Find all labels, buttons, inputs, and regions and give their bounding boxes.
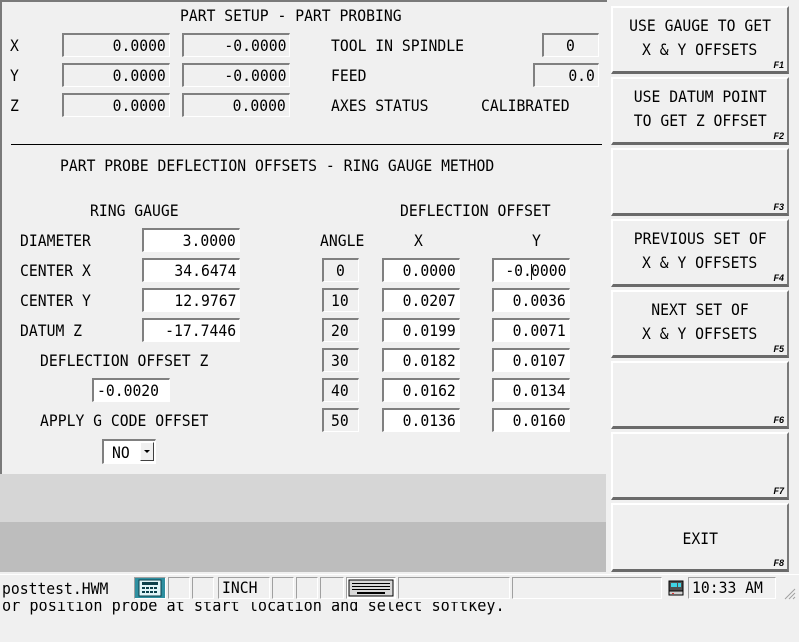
axis-label-y: Y (10, 66, 19, 85)
angle-cell: 10 (322, 288, 359, 312)
deflection-y-input[interactable]: 0.0036 (492, 288, 570, 312)
datum-z-label: DATUM Z (20, 321, 83, 340)
deflection-y-input[interactable]: 0.0107 (492, 348, 570, 372)
softkey-f8-exit-button[interactable]: EXIT F8 (611, 503, 789, 572)
deflection-y-input[interactable]: -0.0000 (492, 258, 570, 282)
deflection-x-input[interactable]: 0.0207 (382, 288, 460, 312)
message-area: Enter the probe deflection offset for th… (0, 474, 606, 615)
function-key-label: F8 (773, 558, 784, 568)
angle-cell: 50 (322, 408, 359, 432)
feed-value: 0.0 (533, 63, 599, 87)
deflection-x-input[interactable]: 0.0162 (382, 378, 460, 402)
diameter-label: DIAMETER (20, 231, 91, 250)
angle-cell: 0 (322, 258, 359, 282)
softkey-label-line2: X & Y OFFSETS (642, 324, 758, 343)
status-cell-empty (272, 577, 294, 599)
softkey-label-line1: USE DATUM POINT (633, 87, 767, 106)
softkey-label-line2: X & Y OFFSETS (642, 253, 758, 272)
axis-x-offset: -0.0000 (182, 33, 290, 57)
status-cell-empty (398, 577, 510, 599)
softkey-label-line1: PREVIOUS SET OF (633, 229, 767, 248)
function-key-label: F7 (773, 486, 784, 496)
status-cell-empty (168, 577, 190, 599)
function-key-label: F5 (773, 344, 784, 354)
page-title: PART SETUP - PART PROBING (180, 6, 402, 25)
network-status-icon (668, 579, 684, 597)
chevron-down-icon[interactable] (140, 442, 154, 461)
deflection-offset-title: DEFLECTION OFFSET (400, 201, 551, 220)
softkey-label-line2: X & Y OFFSETS (642, 40, 758, 59)
softkey-label-line2: TO GET Z OFFSET (633, 111, 767, 130)
softkey-f7-button[interactable]: F7 (611, 432, 789, 500)
deflection-y-input[interactable]: 0.0071 (492, 318, 570, 342)
apply-g-code-offset-value: NO (112, 443, 130, 462)
deflection-y-input[interactable]: 0.0160 (492, 408, 570, 432)
calculator-icon[interactable] (134, 577, 166, 599)
section-title: PART PROBE DEFLECTION OFFSETS - RING GAU… (60, 156, 495, 175)
diameter-input[interactable]: 3.0000 (142, 228, 240, 252)
axis-x-position: 0.0000 (62, 33, 170, 57)
softkey-panel: USE GAUGE TO GET X & Y OFFSETS F1 USE DA… (607, 0, 799, 572)
deflection-x-input[interactable]: 0.0199 (382, 318, 460, 342)
softkey-label-line1: USE GAUGE TO GET (629, 16, 771, 35)
center-x-label: CENTER X (20, 261, 91, 280)
units-indicator: INCH (218, 577, 270, 599)
keyboard-icon[interactable] (346, 577, 396, 599)
softkey-f2-use-datum-button[interactable]: USE DATUM POINT TO GET Z OFFSET F2 (611, 77, 789, 145)
softkey-label-line1: EXIT (682, 529, 718, 548)
center-y-label: CENTER Y (20, 291, 91, 310)
softkey-f1-use-gauge-button[interactable]: USE GAUGE TO GET X & Y OFFSETS F1 (611, 6, 789, 74)
filename: posttest.HWM (2, 579, 109, 598)
axis-y-offset: -0.0000 (182, 63, 290, 87)
status-cell-empty (512, 577, 662, 599)
deflection-x-input[interactable]: 0.0000 (382, 258, 460, 282)
column-header-y: Y (532, 231, 541, 250)
datum-z-input[interactable]: -17.7446 (142, 318, 240, 342)
feed-label: FEED (331, 66, 367, 85)
function-key-label: F6 (773, 415, 784, 425)
column-header-angle: ANGLE (320, 231, 365, 250)
apply-g-code-offset-label: APPLY G CODE OFFSET (40, 411, 209, 430)
deflection-y-input[interactable]: 0.0134 (492, 378, 570, 402)
axis-label-x: X (10, 36, 19, 55)
function-key-label: F3 (773, 202, 784, 212)
resize-grip-icon[interactable] (782, 585, 796, 600)
function-key-label: F2 (773, 131, 784, 141)
clock: 10:33 AM (688, 577, 776, 599)
ring-gauge-title: RING GAUGE (90, 201, 179, 220)
deflection-offset-z-label: DEFLECTION OFFSET Z (40, 351, 209, 370)
axis-y-position: 0.0000 (62, 63, 170, 87)
deflection-x-input[interactable]: 0.0182 (382, 348, 460, 372)
status-cell-empty (296, 577, 318, 599)
axis-label-z: Z (10, 96, 19, 115)
status-cell-empty (192, 577, 214, 599)
deflection-x-input[interactable]: 0.0136 (382, 408, 460, 432)
function-key-label: F4 (773, 273, 784, 283)
status-cell-empty (320, 577, 344, 599)
column-header-x: X (414, 231, 423, 250)
axes-status-label: AXES STATUS (331, 96, 429, 115)
softkey-f3-button[interactable]: F3 (611, 148, 789, 216)
function-key-label: F1 (773, 60, 784, 70)
softkey-f4-previous-set-button[interactable]: PREVIOUS SET OF X & Y OFFSETS F4 (611, 219, 789, 287)
apply-g-code-offset-select[interactable]: NO (102, 439, 156, 464)
axis-z-position: 0.0000 (62, 93, 170, 117)
angle-cell: 20 (322, 318, 359, 342)
section-divider (11, 144, 602, 145)
axis-z-offset: 0.0000 (182, 93, 290, 117)
softkey-label-line1: NEXT SET OF (651, 300, 749, 319)
tool-in-spindle-label: TOOL IN SPINDLE (331, 36, 464, 55)
status-bar: posttest.HWM INCH 10:33 AM (0, 574, 799, 602)
angle-cell: 30 (322, 348, 359, 372)
softkey-f5-next-set-button[interactable]: NEXT SET OF X & Y OFFSETS F5 (611, 290, 789, 358)
center-y-input[interactable]: 12.9767 (142, 288, 240, 312)
tool-in-spindle-value: 0 (542, 33, 599, 57)
center-x-input[interactable]: 34.6474 (142, 258, 240, 282)
axes-status-value: CALIBRATED (481, 96, 570, 115)
softkey-f6-button[interactable]: F6 (611, 361, 789, 429)
message-area-lower (0, 522, 606, 572)
deflection-offset-z-input[interactable]: -0.0020 (92, 378, 170, 402)
angle-cell: 40 (322, 378, 359, 402)
